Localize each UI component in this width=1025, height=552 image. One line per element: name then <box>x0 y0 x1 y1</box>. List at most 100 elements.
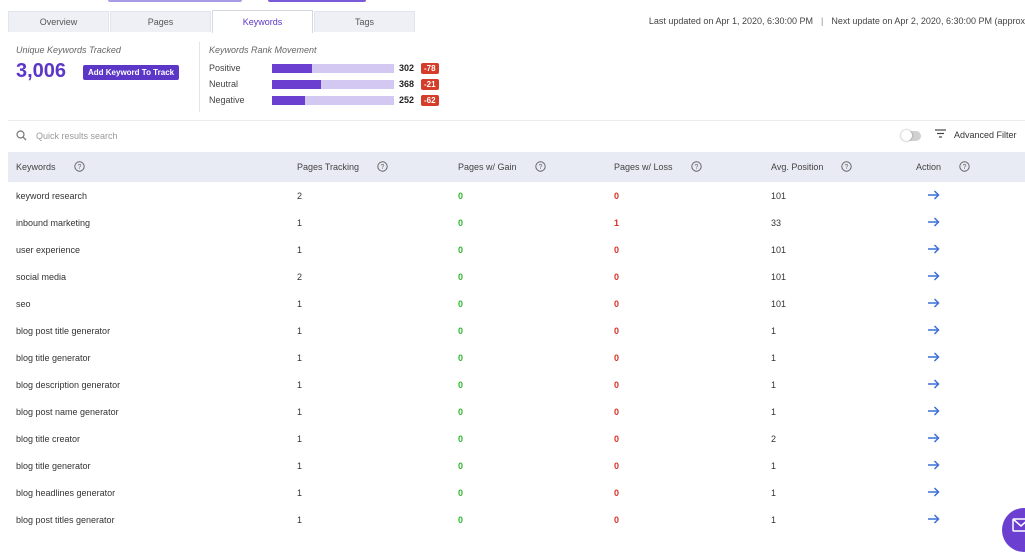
action-cell <box>916 263 1025 290</box>
advanced-filter-button[interactable]: Advanced Filter <box>935 129 1017 140</box>
pages-loss-cell: 0 <box>614 325 620 336</box>
search-icon <box>16 129 27 143</box>
keyword-cell: keyword research <box>16 190 88 201</box>
rank-bar <box>272 79 394 89</box>
help-icon[interactable]: ? <box>690 160 702 174</box>
pages-loss-cell: 0 <box>614 190 620 201</box>
avg-position-cell: 1 <box>771 460 777 471</box>
open-arrow-icon[interactable] <box>928 432 940 445</box>
rank-row-negative: Negative 252 -62 <box>209 94 439 106</box>
open-arrow-icon[interactable] <box>928 243 940 256</box>
rank-bar-fill <box>272 95 305 105</box>
update-info: Last updated on Apr 1, 2020, 6:30:00 PM |… <box>649 16 1025 26</box>
open-arrow-icon[interactable] <box>928 405 940 418</box>
rank-row-value: 368 <box>399 79 415 89</box>
pages-gain-cell: 0 <box>458 379 464 390</box>
keyword-cell: blog title generator <box>16 460 91 471</box>
rank-row-label: Positive <box>209 63 241 73</box>
column-header-action: Action? <box>916 152 1025 182</box>
pages-loss-cell: 0 <box>614 244 620 255</box>
keyword-cell: blog post name generator <box>16 406 119 417</box>
open-arrow-icon[interactable] <box>928 216 940 229</box>
keyword-cell: blog post titles generator <box>16 514 115 525</box>
pages-gain-cell: 0 <box>458 244 464 255</box>
rank-row-label: Neutral <box>209 79 239 89</box>
pages-loss-cell: 1 <box>614 217 620 228</box>
column-header-keywords[interactable]: Keywords? <box>8 152 297 182</box>
pages-gain-cell: 0 <box>458 406 464 417</box>
table-row: blog post titles generator 1 0 0 1 <box>8 506 1025 533</box>
help-icon[interactable]: ? <box>377 160 388 174</box>
help-icon[interactable]: ? <box>534 160 546 174</box>
pages-tracking-cell: 1 <box>297 352 303 363</box>
stats-divider <box>199 42 200 112</box>
table-row: social media 2 0 0 101 <box>8 263 1025 290</box>
unique-keywords-count: 3,006 <box>16 60 67 82</box>
avg-position-cell: 101 <box>771 298 787 309</box>
pages-tracking-cell: 1 <box>297 433 303 444</box>
keyword-cell: seo <box>16 298 31 309</box>
filter-icon <box>935 129 954 140</box>
open-arrow-icon[interactable] <box>928 513 940 526</box>
open-arrow-icon[interactable] <box>928 459 940 472</box>
keyword-cell: social media <box>16 271 67 282</box>
rank-movement-label: Keywords Rank Movement <box>209 45 317 55</box>
svg-text:?: ? <box>538 164 542 171</box>
column-header-pages-loss[interactable]: Pages w/ Loss? <box>614 152 771 182</box>
tab-keywords[interactable]: Keywords <box>212 10 313 33</box>
open-arrow-icon[interactable] <box>928 486 940 499</box>
avg-position-cell: 33 <box>771 217 782 228</box>
action-cell <box>916 479 1025 506</box>
help-icon[interactable]: ? <box>73 160 85 174</box>
pages-loss-cell: 0 <box>614 514 620 525</box>
pages-gain-cell: 0 <box>458 460 464 471</box>
open-arrow-icon[interactable] <box>928 270 940 283</box>
open-arrow-icon[interactable] <box>928 351 940 364</box>
keyword-cell: blog title generator <box>16 352 91 363</box>
tab-overview[interactable]: Overview <box>8 11 109 32</box>
update-separator: | <box>821 16 824 26</box>
rank-row-neutral: Neutral 368 -21 <box>209 78 439 90</box>
column-header-label: Keywords <box>16 161 56 172</box>
avg-position-cell: 1 <box>771 325 777 336</box>
open-arrow-icon[interactable] <box>928 189 940 202</box>
search-input[interactable] <box>36 131 336 141</box>
view-toggle[interactable] <box>901 130 921 141</box>
open-arrow-icon[interactable] <box>928 378 940 391</box>
help-icon[interactable]: ? <box>959 160 970 174</box>
pages-loss-cell: 0 <box>614 352 620 363</box>
table-row: blog headlines generator 1 0 0 1 <box>8 479 1025 506</box>
rank-bar <box>272 63 394 73</box>
tab-bar: Overview Pages Keywords Tags <box>8 10 415 33</box>
help-icon[interactable]: ? <box>841 160 853 174</box>
accent-bar <box>108 0 242 2</box>
pages-tracking-cell: 1 <box>297 217 303 228</box>
action-cell <box>916 317 1025 344</box>
column-header-avg-position[interactable]: Avg. Position? <box>771 152 916 182</box>
toggle-knob <box>901 130 912 141</box>
tab-tags[interactable]: Tags <box>314 11 415 32</box>
svg-text:?: ? <box>381 164 385 171</box>
table-row: inbound marketing 1 0 1 33 <box>8 209 1025 236</box>
action-cell <box>916 425 1025 452</box>
action-cell <box>916 371 1025 398</box>
column-header-pages-tracking[interactable]: Pages Tracking? <box>297 152 458 182</box>
table-body: keyword research 2 0 0 101 inbound marketing 1… <box>8 182 1025 533</box>
section-divider <box>8 120 1025 121</box>
rank-row-value: 302 <box>399 63 415 73</box>
column-header-pages-gain[interactable]: Pages w/ Gain? <box>458 152 614 182</box>
add-keyword-button[interactable]: Add Keyword To Track <box>83 65 180 80</box>
rank-row-label: Negative <box>209 95 245 105</box>
tab-pages[interactable]: Pages <box>110 11 211 32</box>
svg-text:?: ? <box>77 164 81 171</box>
pages-tracking-cell: 1 <box>297 379 303 390</box>
pages-loss-cell: 0 <box>614 487 620 498</box>
pages-gain-cell: 0 <box>458 271 464 282</box>
accent-bar <box>268 0 366 2</box>
avg-position-cell: 101 <box>771 271 787 282</box>
svg-text:?: ? <box>963 164 967 171</box>
open-arrow-icon[interactable] <box>928 324 940 337</box>
open-arrow-icon[interactable] <box>928 297 940 310</box>
avg-position-cell: 1 <box>771 487 777 498</box>
pages-gain-cell: 0 <box>458 217 464 228</box>
